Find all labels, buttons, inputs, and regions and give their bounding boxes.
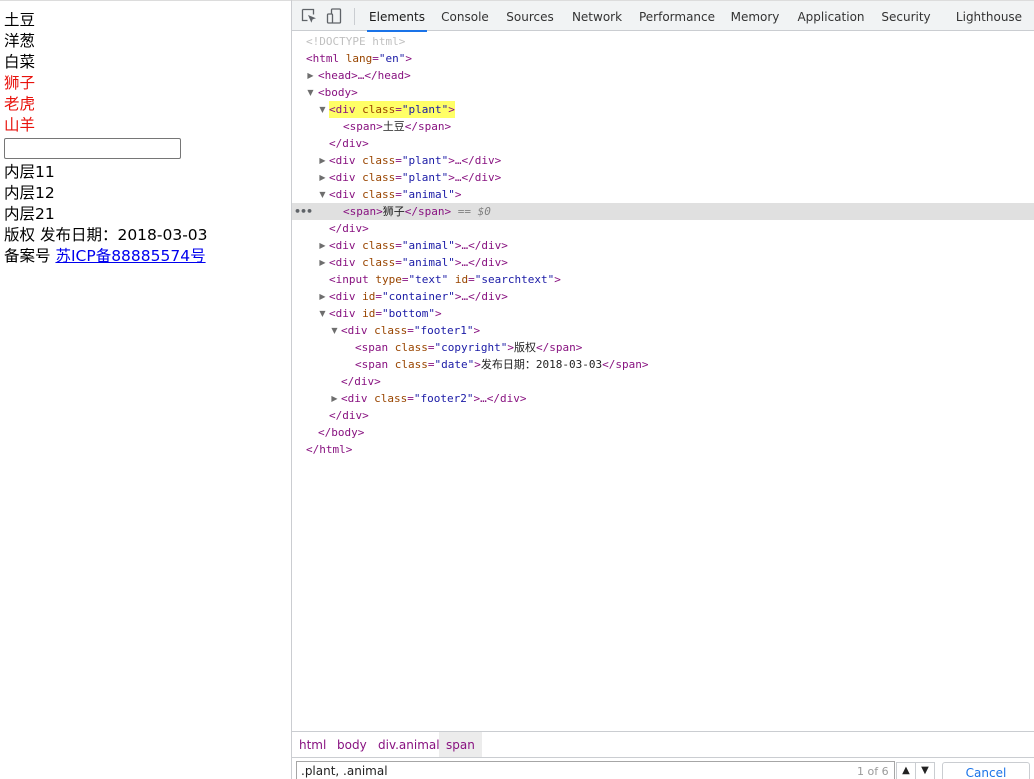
expand-arrow-icon[interactable]: ▶ <box>330 390 339 407</box>
expand-arrow-icon[interactable]: ▶ <box>306 67 315 84</box>
dom-search-bar: 1 of 6 ▲ ▼ Cancel <box>292 757 1034 779</box>
expand-arrow-icon[interactable]: ▶ <box>318 152 327 169</box>
breadcrumb-span[interactable]: span <box>439 732 482 757</box>
page-preview: 土豆 洋葱 白菜 狮子 老虎 山羊 内层11 内层12 内层21 版权 发布日期… <box>0 0 291 779</box>
dom-node[interactable]: ▼ <div class="animal"> <box>292 186 1034 203</box>
tab-memory[interactable]: Memory <box>728 1 782 31</box>
tag: <body> <box>318 86 358 99</box>
search-box: 1 of 6 <box>296 761 895 779</box>
dom-node[interactable]: <span class="copyright">版权</span> <box>292 339 1034 356</box>
dom-node[interactable]: ▼ <div class="plant"> <box>292 101 1034 118</box>
dom-node[interactable]: ▶ <div class="animal">…</div> <box>292 237 1034 254</box>
devtools-toolbar: Elements Console Sources Network Perform… <box>292 0 1034 32</box>
record-label: 备案号 <box>4 247 51 265</box>
attr-name: lang <box>345 52 373 65</box>
dom-node[interactable]: ▶ <head>…</head> <box>292 67 1034 84</box>
tab-performance[interactable]: Performance <box>638 1 716 31</box>
footer-line-2: 备案号 苏ICP备88885574号 <box>4 246 291 267</box>
dom-node[interactable]: </html> <box>292 441 1034 458</box>
dom-node[interactable]: </div> <box>292 407 1034 424</box>
tag: <head>…</head> <box>318 69 411 82</box>
breadcrumb-html[interactable]: html <box>292 732 333 757</box>
animal-item: 老虎 <box>4 95 36 113</box>
tag: <html <box>306 52 340 65</box>
footer-line-1: 版权 发布日期：2018-03-03 <box>4 225 291 246</box>
dom-node[interactable]: ▶ <div class="animal">…</div> <box>292 254 1034 271</box>
plant-item: 土豆 <box>4 11 36 29</box>
dom-node[interactable]: ▼ <body> <box>292 84 1034 101</box>
dom-tree: <!DOCTYPE html> <html lang="en"> ▶ <head… <box>292 31 1034 731</box>
collapse-arrow-icon[interactable]: ▼ <box>318 186 327 203</box>
next-match-icon[interactable]: ▼ <box>915 762 935 779</box>
dom-node[interactable]: </div> <box>292 135 1034 152</box>
dom-node[interactable]: </div> <box>292 220 1034 237</box>
node-text: 狮子 <box>382 205 405 218</box>
container-item: 内层12 <box>4 184 55 202</box>
dom-node[interactable]: <input type="text" id="searchtext"> <box>292 271 1034 288</box>
tab-network[interactable]: Network <box>568 1 626 31</box>
publish-date: 发布日期：2018-03-03 <box>39 226 208 244</box>
expand-arrow-icon[interactable]: ▶ <box>318 254 327 271</box>
cancel-button[interactable]: Cancel <box>942 762 1030 779</box>
tab-console[interactable]: Console <box>438 1 492 31</box>
more-options-icon[interactable]: ••• <box>294 203 313 220</box>
expand-arrow-icon[interactable]: ▶ <box>318 169 327 186</box>
dom-node[interactable]: ▼ <div id="bottom"> <box>292 305 1034 322</box>
breadcrumb-body[interactable]: body <box>330 732 374 757</box>
dom-node[interactable]: <html lang="en"> <box>292 50 1034 67</box>
expand-arrow-icon[interactable]: ▶ <box>318 237 327 254</box>
doctype: <!DOCTYPE html> <box>306 35 406 48</box>
dom-node[interactable]: <span class="date">发布日期：2018-03-03</span… <box>292 356 1034 373</box>
search-text-input[interactable] <box>4 138 181 159</box>
container-item: 内层11 <box>4 163 55 181</box>
tab-sources[interactable]: Sources <box>503 1 557 31</box>
dom-node[interactable]: </div> <box>292 373 1034 390</box>
node-text: 土豆 <box>382 120 405 133</box>
plant-item: 洋葱 <box>4 32 36 50</box>
tab-security[interactable]: Security <box>879 1 933 31</box>
inspect-element-icon[interactable] <box>300 7 320 27</box>
dom-node[interactable]: </body> <box>292 424 1034 441</box>
node-text: 发布日期：2018-03-03 <box>480 358 603 371</box>
attr-value: "en" <box>378 52 406 65</box>
tab-lighthouse[interactable]: Lighthouse <box>954 1 1024 31</box>
plant-item: 白菜 <box>4 53 36 71</box>
animal-item: 山羊 <box>4 116 36 134</box>
match-count: 1 of 6 <box>857 765 889 778</box>
collapse-arrow-icon[interactable]: ▼ <box>318 305 327 322</box>
icp-record-link[interactable]: 苏ICP备88885574号 <box>55 247 205 265</box>
highlighted-match: <div class="plant"> <box>329 101 455 118</box>
toolbar-separator <box>354 8 355 25</box>
collapse-arrow-icon[interactable]: ▼ <box>330 322 339 339</box>
breadcrumb-div-animal[interactable]: div.animal <box>371 732 447 757</box>
animal-item: 狮子 <box>4 74 36 92</box>
dom-node[interactable]: ▶ <div id="container">…</div> <box>292 288 1034 305</box>
tab-elements[interactable]: Elements <box>367 1 427 32</box>
device-toggle-icon[interactable] <box>326 7 346 27</box>
breadcrumb: html body div.animal span <box>292 731 1034 757</box>
node-text: 版权 <box>513 341 536 354</box>
container-item: 内层21 <box>4 205 55 223</box>
expand-arrow-icon[interactable]: ▶ <box>318 288 327 305</box>
collapse-arrow-icon[interactable]: ▼ <box>318 101 327 118</box>
previous-match-icon[interactable]: ▲ <box>896 762 916 779</box>
console-ref: == $0 <box>451 205 491 218</box>
dom-node[interactable]: ▶ <div class="plant">…</div> <box>292 169 1034 186</box>
collapse-arrow-icon[interactable]: ▼ <box>306 84 315 101</box>
dom-node[interactable]: ▶ <div class="footer2">…</div> <box>292 390 1034 407</box>
dom-node[interactable]: ▶ <div class="plant">…</div> <box>292 152 1034 169</box>
dom-node[interactable]: ▼ <div class="footer1"> <box>292 322 1034 339</box>
copyright-text: 版权 <box>4 226 36 244</box>
selected-dom-node[interactable]: ••• <span>狮子</span> == $0 <box>292 203 1034 220</box>
dom-search-input[interactable] <box>301 762 841 779</box>
dom-node[interactable]: <!DOCTYPE html> <box>292 33 1034 50</box>
devtools-panel: Elements Console Sources Network Perform… <box>292 0 1034 779</box>
tab-application[interactable]: Application <box>795 1 867 31</box>
page-content: 土豆 洋葱 白菜 狮子 老虎 山羊 内层11 内层12 内层21 版权 发布日期… <box>0 1 291 267</box>
dom-node[interactable]: <span>土豆</span> <box>292 118 1034 135</box>
